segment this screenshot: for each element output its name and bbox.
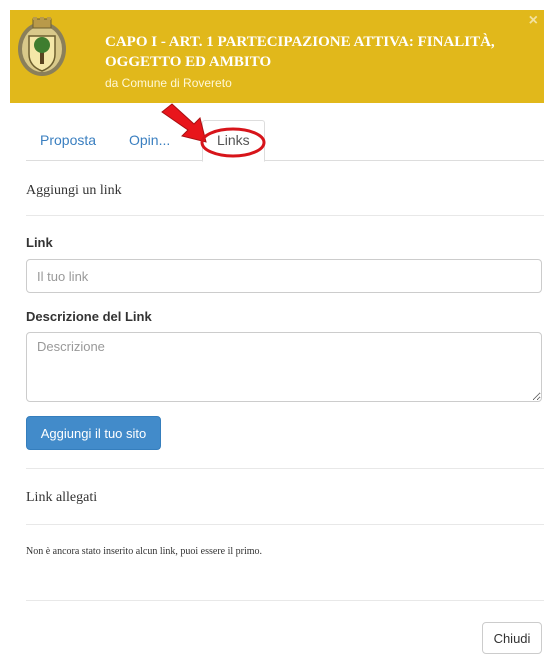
modal-header: CAPO I - ART. 1 PARTECIPAZIONE ATTIVA: F… (10, 10, 544, 103)
tab-bar: Proposta Opin... Links (26, 120, 544, 162)
divider (26, 524, 544, 525)
attached-links-heading: Link allegati (26, 490, 98, 505)
divider (26, 468, 544, 469)
link-input[interactable] (26, 259, 542, 293)
close-button[interactable]: Chiudi (482, 622, 542, 654)
highlight-circle-icon (200, 127, 266, 158)
crest-icon (18, 17, 66, 76)
add-link-heading: Aggiungi un link (26, 183, 122, 198)
tab-proposta[interactable]: Proposta (26, 120, 110, 159)
empty-links-message: Non è ancora stato inserito alcun link, … (26, 546, 263, 557)
divider (26, 215, 544, 216)
link-description-textarea[interactable] (26, 332, 542, 402)
link-description-label: Descrizione del Link (26, 309, 152, 324)
footer-divider (26, 600, 544, 601)
add-site-button[interactable]: Aggiungi il tuo sito (26, 416, 161, 450)
close-icon[interactable]: × (529, 12, 538, 30)
link-label: Link (26, 235, 53, 250)
modal-title: CAPO I - ART. 1 PARTECIPAZIONE ATTIVA: F… (105, 34, 495, 70)
modal-subtitle: da Comune di Rovereto (105, 76, 232, 90)
